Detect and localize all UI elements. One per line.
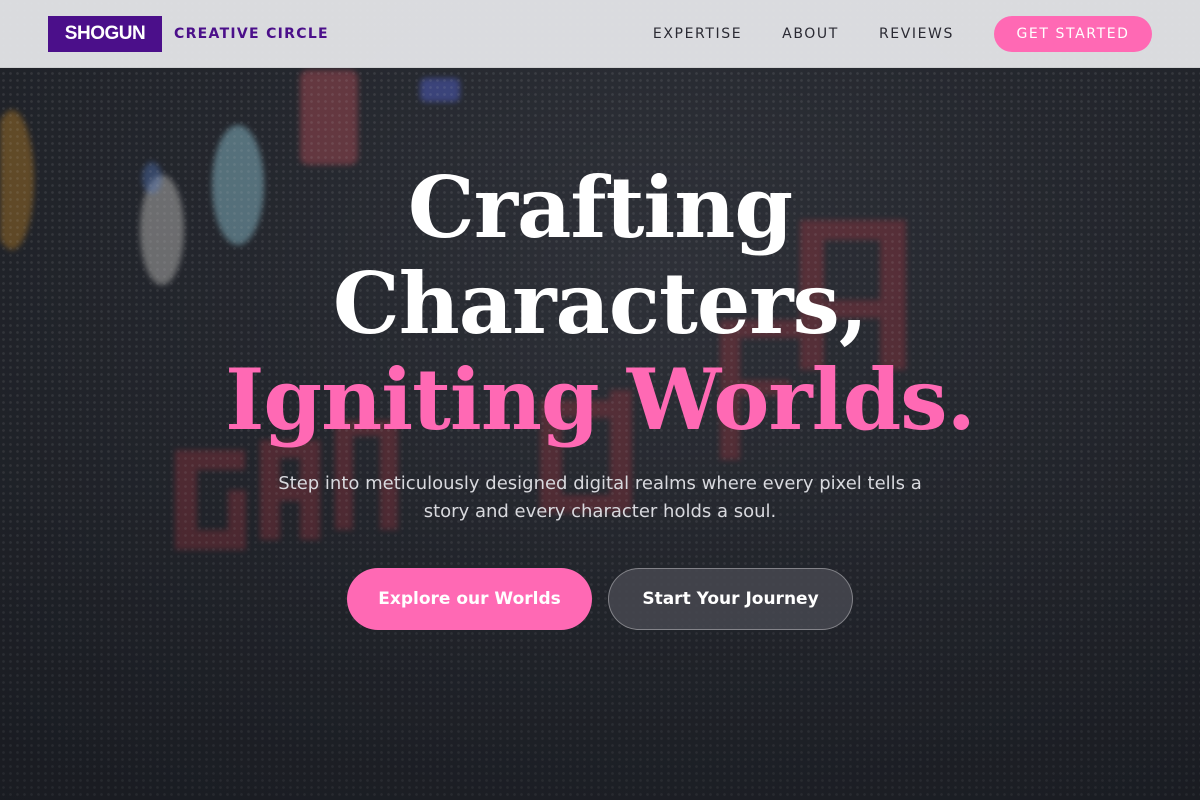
landing-page: SHOGUN CREATIVE CIRCLE EXPERTISE ABOUT R… [0,0,1200,800]
nav-link-expertise[interactable]: EXPERTISE [653,26,742,42]
logo[interactable]: SHOGUN [48,15,162,52]
hero-headline: Crafting Characters, Igniting Worlds. [0,160,1200,448]
main-nav: EXPERTISE ABOUT REVIEWS GET STARTED [653,15,1152,52]
explore-worlds-button[interactable]: Explore our Worlds [347,568,592,630]
hero-section: Crafting Characters, Igniting Worlds. St… [0,160,1200,630]
start-journey-button[interactable]: Start Your Journey [608,568,853,630]
hero-subtitle: Step into meticulously designed digital … [278,473,922,522]
headline-line-2: Characters, [332,254,868,353]
headline-line-1: Crafting [407,158,793,257]
nav-link-reviews[interactable]: REVIEWS [879,26,954,42]
hero-button-row: Explore our Worlds Start Your Journey [0,568,1200,630]
nav-link-about[interactable]: ABOUT [782,26,839,42]
get-started-button[interactable]: GET STARTED [994,15,1152,52]
headline-line-3: Igniting Worlds. [225,350,976,449]
site-header: SHOGUN CREATIVE CIRCLE EXPERTISE ABOUT R… [0,0,1200,68]
logo-subtitle: CREATIVE CIRCLE [174,25,329,42]
